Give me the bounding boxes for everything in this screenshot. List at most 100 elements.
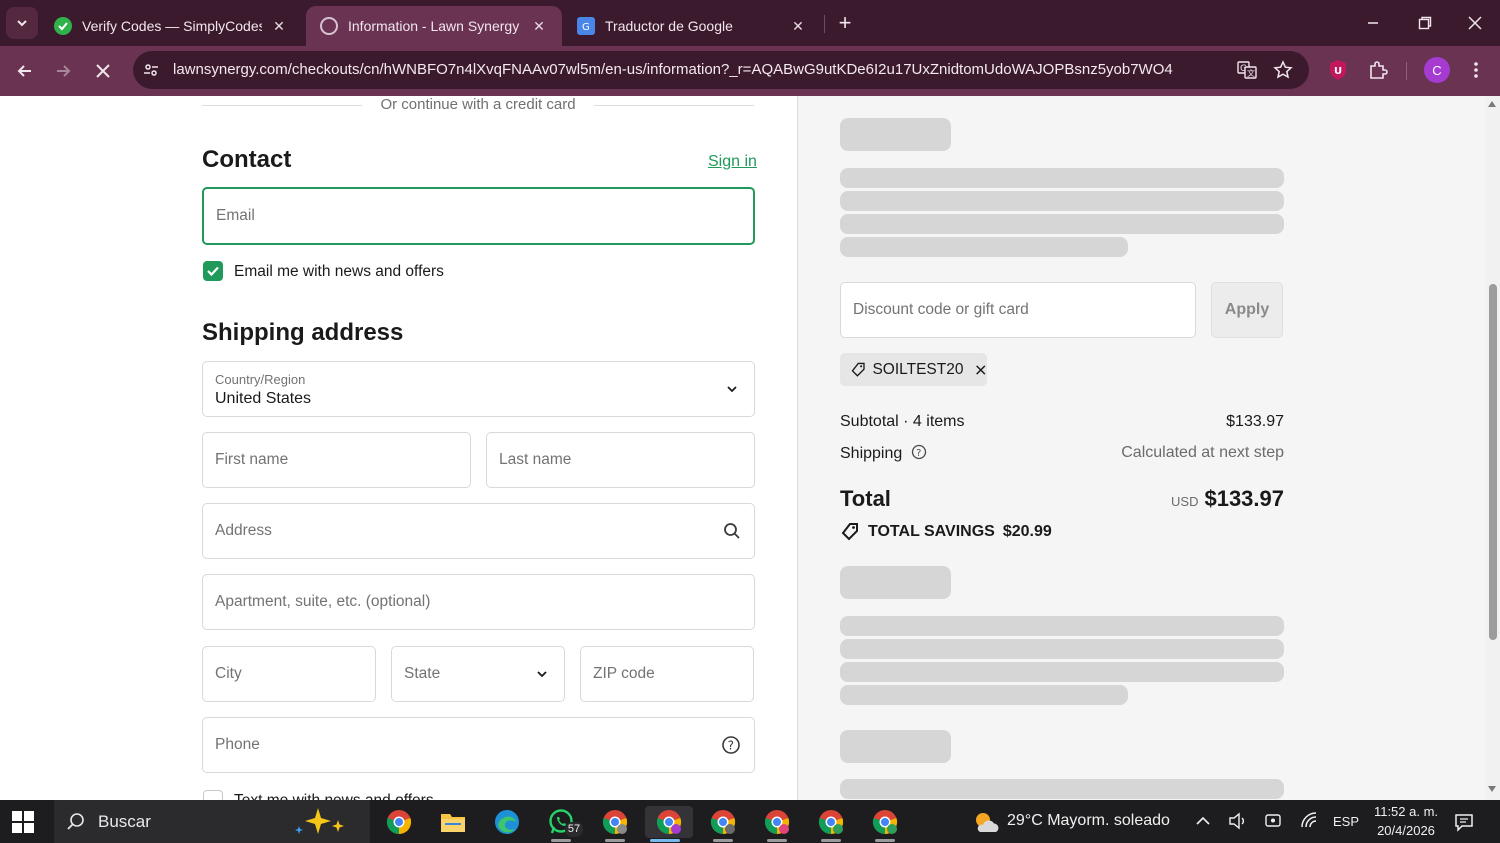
tab-search-button[interactable] bbox=[6, 7, 38, 39]
tab-google-translate[interactable]: G Traductor de Google ✕ bbox=[563, 6, 821, 46]
stop-loading-button[interactable] bbox=[88, 56, 118, 86]
extensions-puzzle-icon[interactable] bbox=[1366, 58, 1390, 82]
clock-time[interactable]: 11:52 a. m. bbox=[1366, 804, 1446, 819]
back-button[interactable] bbox=[10, 56, 40, 86]
profile-avatar[interactable]: C bbox=[1424, 57, 1450, 83]
sign-in-link[interactable]: Sign in bbox=[708, 153, 757, 171]
wifi-icon[interactable] bbox=[1300, 812, 1320, 835]
tag-icon bbox=[841, 523, 858, 541]
minimize-icon bbox=[1368, 22, 1378, 24]
zip-code-field[interactable]: ZIP code bbox=[580, 646, 754, 702]
remove-discount-icon[interactable] bbox=[975, 363, 987, 377]
taskbar-file-explorer[interactable] bbox=[433, 806, 473, 838]
taskbar-chrome-profile-active[interactable] bbox=[645, 806, 693, 842]
last-name-field[interactable]: Last name bbox=[486, 432, 755, 488]
subtotal-value: $133.97 bbox=[1226, 413, 1284, 430]
shipping-value: Calculated at next step bbox=[1121, 444, 1284, 461]
start-button[interactable] bbox=[12, 811, 34, 833]
loading-skeleton bbox=[840, 685, 1128, 705]
apply-discount-button[interactable]: Apply bbox=[1211, 282, 1283, 338]
new-tab-button[interactable]: + bbox=[832, 10, 858, 36]
chrome-icon bbox=[656, 810, 682, 835]
contact-heading: Contact bbox=[202, 146, 292, 173]
help-circle-icon[interactable]: ? bbox=[911, 444, 927, 460]
meet-now-icon[interactable] bbox=[1264, 812, 1284, 835]
taskbar-chrome-profile-4[interactable] bbox=[811, 806, 851, 842]
apartment-field[interactable]: Apartment, suite, etc. (optional) bbox=[202, 574, 755, 630]
tab-title: Verify Codes — SimplyCodes bbox=[82, 18, 262, 34]
checkmark-icon bbox=[207, 266, 219, 277]
first-name-field[interactable]: First name bbox=[202, 432, 471, 488]
windows-logo-icon bbox=[12, 811, 34, 833]
phone-field[interactable]: Phone ? bbox=[202, 717, 755, 773]
state-select[interactable]: State bbox=[391, 646, 565, 702]
loading-skeleton bbox=[840, 639, 1284, 659]
arrow-left-icon bbox=[17, 65, 31, 77]
country-region-select[interactable]: Country/Region United States bbox=[202, 361, 755, 417]
loading-skeleton bbox=[840, 730, 951, 763]
country-value: United States bbox=[215, 390, 312, 407]
loading-skeleton bbox=[840, 566, 951, 599]
loading-skeleton bbox=[840, 779, 1284, 799]
total-label: Total bbox=[840, 486, 891, 511]
scroll-up-arrow[interactable] bbox=[1488, 101, 1496, 107]
taskbar-search-box[interactable]: Buscar bbox=[54, 800, 370, 843]
language-indicator[interactable]: ESP bbox=[1330, 814, 1362, 829]
translate-icon[interactable]: G文 bbox=[1237, 60, 1257, 80]
restore-icon bbox=[1418, 16, 1432, 30]
first-name-placeholder: First name bbox=[215, 451, 289, 468]
scroll-down-arrow[interactable] bbox=[1488, 786, 1496, 792]
zip-placeholder: ZIP code bbox=[593, 665, 655, 682]
close-tab-icon[interactable]: ✕ bbox=[270, 18, 288, 35]
total-value: $133.97 bbox=[1204, 486, 1284, 511]
clock-date[interactable]: 20/4/2026 bbox=[1366, 823, 1446, 838]
extension-shield-icon[interactable]: U bbox=[1326, 58, 1350, 82]
address-field[interactable]: Address bbox=[202, 503, 755, 559]
bookmark-star-icon[interactable] bbox=[1273, 60, 1293, 80]
tab-lawn-synergy[interactable]: Information - Lawn Synergy - C ✕ bbox=[306, 6, 562, 46]
site-info-icon[interactable] bbox=[141, 60, 161, 80]
page-scrollbar[interactable] bbox=[1485, 96, 1500, 800]
email-opt-in-label: Email me with news and offers bbox=[234, 263, 444, 280]
restore-button[interactable] bbox=[1402, 8, 1448, 38]
taskbar-whatsapp[interactable]: 57 bbox=[541, 806, 583, 842]
taskbar-chrome-profile-1[interactable] bbox=[595, 806, 635, 842]
scrollbar-thumb[interactable] bbox=[1489, 284, 1497, 640]
chevron-down-icon bbox=[17, 20, 27, 27]
city-field[interactable]: City bbox=[202, 646, 376, 702]
taskbar-chrome-profile-2[interactable] bbox=[703, 806, 743, 842]
loading-skeleton bbox=[840, 191, 1284, 211]
weather-sun-cloud-icon[interactable] bbox=[972, 810, 1000, 834]
address-bar[interactable]: lawnsynergy.com/checkouts/cn/hWNBFO7n4lX… bbox=[133, 51, 1309, 89]
whatsapp-badge: 57 bbox=[565, 822, 583, 837]
browser-menu-icon[interactable] bbox=[1464, 58, 1488, 82]
notifications-icon[interactable] bbox=[1454, 812, 1474, 837]
weather-text[interactable]: 29°C Mayorm. soleado bbox=[1007, 812, 1170, 830]
arrow-right-icon bbox=[57, 65, 71, 77]
discount-code-field[interactable]: Discount code or gift card bbox=[840, 282, 1196, 338]
taskbar-chrome-profile-3[interactable] bbox=[757, 806, 797, 842]
chrome-icon bbox=[710, 810, 736, 835]
edge-icon bbox=[495, 810, 519, 834]
email-field[interactable]: Email bbox=[202, 187, 755, 245]
forward-button[interactable] bbox=[48, 56, 78, 86]
toolbar-separator bbox=[1406, 62, 1407, 80]
taskbar-chrome-profile-5[interactable] bbox=[865, 806, 905, 842]
show-hidden-icons-chevron-up-icon[interactable] bbox=[1194, 812, 1212, 835]
extension-badge-text: U bbox=[1334, 66, 1342, 77]
express-checkout-divider: Or continue with a credit card bbox=[202, 96, 754, 114]
close-tab-icon[interactable]: ✕ bbox=[789, 18, 807, 35]
volume-icon[interactable] bbox=[1228, 812, 1248, 835]
taskbar-chrome[interactable] bbox=[379, 806, 419, 838]
help-circle-icon[interactable]: ? bbox=[721, 735, 741, 755]
chevron-down-icon bbox=[537, 671, 547, 678]
minimize-button[interactable] bbox=[1350, 8, 1396, 38]
text-opt-in-checkbox[interactable] bbox=[203, 790, 223, 800]
tab-simplycodes[interactable]: Verify Codes — SimplyCodes ✕ bbox=[40, 6, 302, 46]
taskbar-edge[interactable] bbox=[487, 806, 527, 838]
close-tab-icon[interactable]: ✕ bbox=[530, 18, 548, 35]
close-window-button[interactable] bbox=[1452, 8, 1498, 38]
email-opt-in-checkbox[interactable] bbox=[203, 261, 223, 281]
simplycodes-favicon-icon bbox=[54, 17, 72, 35]
google-translate-favicon-icon: G bbox=[577, 17, 595, 35]
